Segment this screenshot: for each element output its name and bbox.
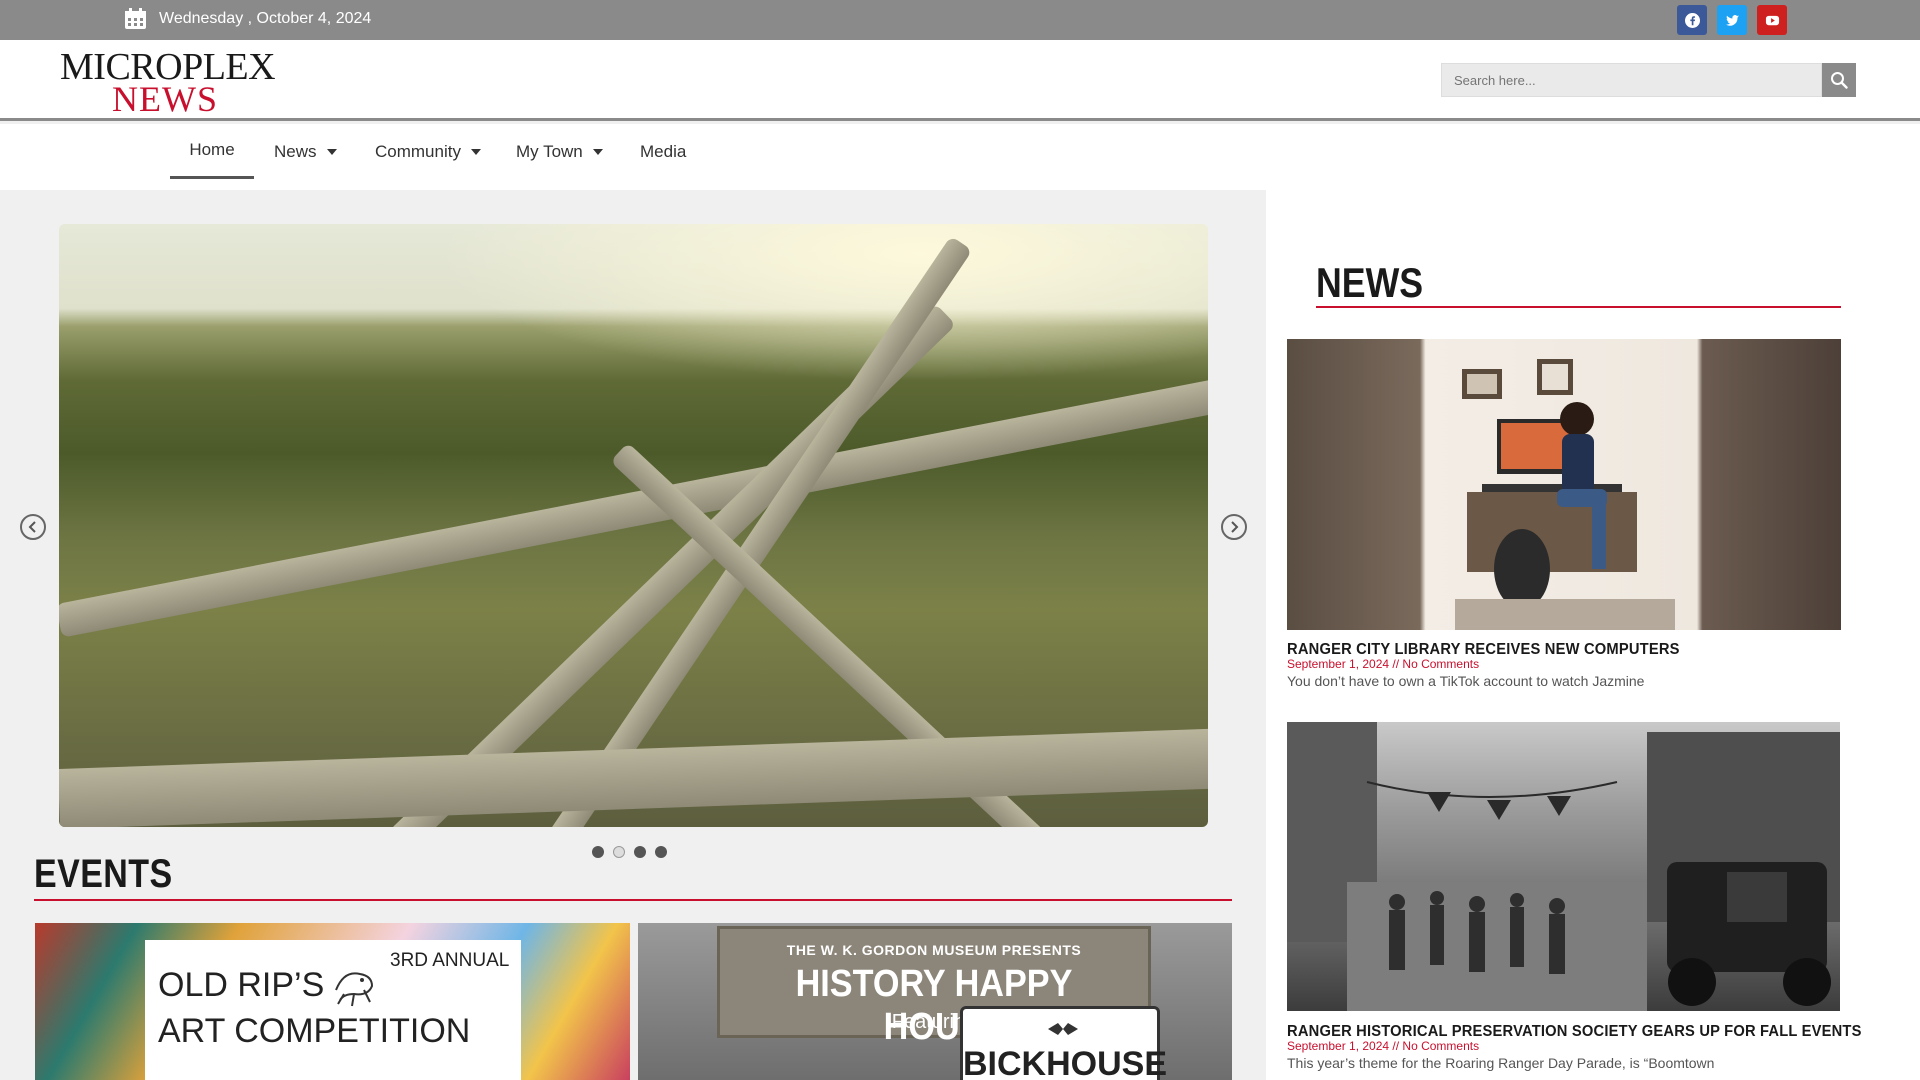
slider-dot[interactable] [634,846,646,858]
event-card-art-competition[interactable]: 3RD ANNUAL OLD RIP’S ART COMPETITION [35,923,630,1080]
chevron-down-icon [326,149,337,155]
sponsor-name: BICKHOUSE [963,1045,1168,1080]
nav-label: News [274,142,317,161]
search-input[interactable] [1441,63,1822,97]
youtube-link[interactable] [1757,5,1787,35]
slider-next-button[interactable] [1221,514,1247,540]
article-thumbnail[interactable] [1287,339,1841,630]
nav-label: Community [375,142,461,161]
chevron-down-icon [470,149,481,155]
news-divider [1316,306,1841,308]
calendar-icon [125,8,146,29]
nav-label: My Town [516,142,583,161]
nav-item-news[interactable]: News [274,124,337,180]
facebook-icon [1684,12,1700,28]
event-poster: 3RD ANNUAL OLD RIP’S ART COMPETITION [145,940,521,1080]
nav-item-home[interactable]: Home [170,124,254,179]
events-heading: EVENTS [34,852,173,896]
news-heading: NEWS [1316,259,1424,306]
article-meta[interactable]: September 1, 2024 // No Comments [1287,1039,1479,1053]
nav-item-community[interactable]: Community [375,124,481,180]
nav-item-media[interactable]: Media [640,124,686,180]
slider-pagination [592,846,667,858]
search-icon [1831,72,1848,89]
facebook-link[interactable] [1677,5,1707,35]
search-button[interactable] [1822,63,1856,97]
main-nav: Home News Community My Town Media [0,124,1920,190]
hero-slider[interactable] [59,224,1208,827]
frog-mascot-icon [335,972,374,1007]
article-meta[interactable]: September 1, 2024 // No Comments [1287,657,1479,671]
nav-label: Media [640,142,687,161]
nav-item-my-town[interactable]: My Town [516,124,603,180]
slider-prev-button[interactable] [20,514,46,540]
event-badge: 3RD ANNUAL [390,950,510,971]
chevron-right-icon [1231,521,1239,533]
library-computer-photo [1455,359,1675,630]
events-divider [34,899,1232,901]
twitter-icon [1725,14,1739,26]
site-header: MICROPLEX NEWS [0,40,1920,121]
event-title-line-2: ART COMPETITION [158,1012,471,1050]
slider-dot[interactable] [655,846,667,858]
top-bar: Wednesday , October 4, 2024 [0,0,1920,40]
emblem-icon [1048,1023,1078,1035]
site-logo[interactable]: MICROPLEX NEWS [60,48,276,117]
historic-parade-photo [1287,722,1840,1011]
event-title-line-1: OLD RIP’S [158,966,325,1004]
current-date: Wednesday , October 4, 2024 [159,10,372,27]
article-excerpt: This year’s theme for the Roaring Ranger… [1287,1055,1715,1071]
slider-dot-active[interactable] [613,846,625,858]
event-presenter: THE W. K. GORDON MUSEUM PRESENTS [786,942,1082,958]
slider-dot[interactable] [592,846,604,858]
twitter-link[interactable] [1717,5,1747,35]
youtube-icon [1765,15,1779,25]
article-thumbnail[interactable] [1287,722,1840,1011]
chevron-left-icon [28,521,36,533]
nav-label: Home [189,140,235,159]
event-card-history-happy-hour[interactable]: THE W. K. GORDON MUSEUM PRESENTS HISTORY… [638,923,1232,1080]
article-excerpt: You don’t have to own a TikTok account t… [1287,673,1645,689]
sponsor-logo: BICKHOUSE [960,1006,1168,1080]
chevron-down-icon [592,149,603,155]
